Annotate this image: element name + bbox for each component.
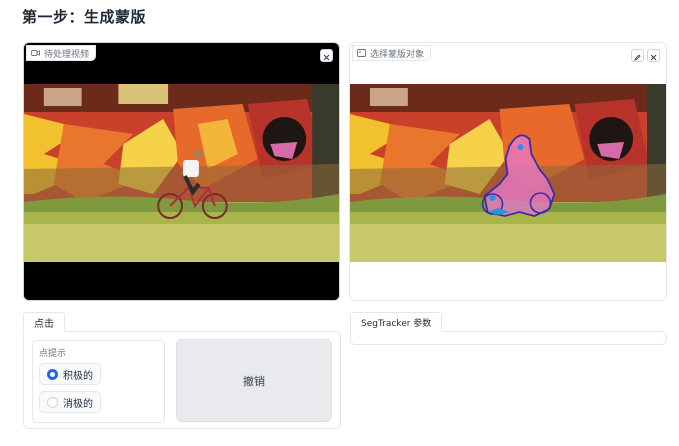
- point-prompt-group: 点提示 积极的 消极的: [32, 340, 165, 423]
- mask-close-button[interactable]: [647, 49, 660, 62]
- video-frame[interactable]: [24, 84, 339, 300]
- tab-segtracker-params[interactable]: SegTracker 参数: [350, 312, 443, 332]
- radio-negative[interactable]: 消极的: [39, 391, 101, 413]
- video-panel: 待处理视频: [23, 42, 340, 301]
- mask-panel: 选择蒙版对象: [349, 42, 667, 301]
- radio-positive-label: 积极的: [63, 370, 93, 382]
- video-panel-label: 待处理视频: [26, 45, 97, 61]
- click-tab-panel: 点击 点提示 积极的 消极的 撤销: [23, 312, 341, 430]
- page-title: 第一步：生成蒙版: [22, 8, 147, 26]
- close-icon: [650, 46, 657, 65]
- mask-edit-button[interactable]: [631, 49, 644, 62]
- video-close-button[interactable]: [320, 49, 333, 62]
- mask-panel-label-text: 选择蒙版对象: [370, 49, 425, 60]
- radio-positive-dot[interactable]: [47, 368, 58, 380]
- radio-negative-dot[interactable]: [47, 396, 58, 408]
- segtracker-tab-panel: SegTracker 参数: [350, 312, 667, 346]
- mask-panel-label: 选择蒙版对象: [352, 45, 432, 61]
- radio-positive[interactable]: 积极的: [39, 363, 101, 385]
- point-prompt-label: 点提示: [39, 349, 67, 359]
- segtracker-tab-body: [350, 331, 667, 345]
- pencil-icon: [634, 46, 641, 65]
- video-icon: [31, 49, 40, 57]
- radio-negative-label: 消极的: [63, 398, 93, 410]
- image-icon: [357, 49, 366, 57]
- video-panel-label-text: 待处理视频: [44, 49, 90, 60]
- tab-click[interactable]: 点击: [23, 312, 65, 332]
- close-icon: [323, 46, 330, 65]
- undo-button[interactable]: 撤销: [176, 339, 332, 422]
- click-tab-body: 点提示 积极的 消极的 撤销: [23, 331, 341, 429]
- mask-frame[interactable]: [350, 84, 666, 300]
